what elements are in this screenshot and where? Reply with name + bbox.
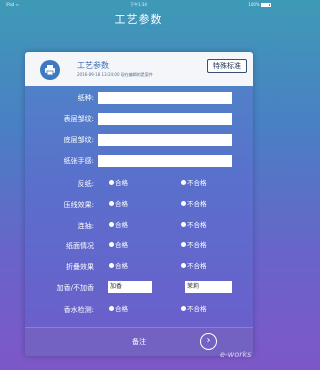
continuous-draw-fail-radio[interactable]: 不合格 bbox=[181, 221, 207, 229]
status-bar: iPad ≈ 下午1:34 100% bbox=[0, 0, 277, 9]
radio-dot-icon bbox=[109, 201, 114, 206]
radio-dot-icon bbox=[181, 180, 186, 185]
scent-test-label: 香水检测: bbox=[63, 306, 94, 314]
radio-dot-icon bbox=[109, 242, 114, 247]
crease-effect-label: 压线效果: bbox=[63, 201, 94, 209]
radio-pass-label: 合格 bbox=[115, 179, 128, 187]
radio-dot-icon bbox=[109, 306, 114, 311]
radio-pass-label: 合格 bbox=[115, 221, 128, 229]
nav-title: 工艺参数 bbox=[114, 13, 163, 26]
continuous-draw-label: 连抽: bbox=[77, 222, 94, 230]
panel-header: 工艺参数 2016-09-18 13:24:00 现在编辑的是案件 特殊标准 bbox=[25, 52, 253, 86]
panel-timestamp: 2016-09-18 13:24:00 现在编辑的是案件 bbox=[77, 72, 153, 77]
scent-test-fail-radio[interactable]: 不合格 bbox=[181, 305, 207, 313]
radio-fail-label: 不合格 bbox=[187, 200, 207, 208]
radio-fail-label: 不合格 bbox=[187, 179, 207, 187]
paper-feel-label: 纸张手感: bbox=[63, 157, 94, 165]
fragrance-input[interactable]: 加香 bbox=[108, 281, 152, 293]
status-time: 下午1:34 bbox=[130, 2, 147, 7]
radio-fail-label: 不合格 bbox=[187, 241, 207, 249]
printer-icon bbox=[40, 60, 60, 80]
battery-icon bbox=[261, 3, 271, 7]
reverse-paper-label: 反纸: bbox=[77, 180, 94, 188]
radio-dot-icon bbox=[109, 263, 114, 268]
fragrance-type-input[interactable]: 茉莉 bbox=[185, 281, 232, 293]
radio-dot-icon bbox=[109, 222, 114, 227]
paper-type-label: 纸种: bbox=[77, 94, 94, 102]
radio-pass-label: 合格 bbox=[115, 241, 128, 249]
chevron-right-icon[interactable]: › bbox=[200, 333, 217, 350]
radio-pass-label: 合格 bbox=[115, 262, 128, 270]
bottom-crepe-label: 底层邹纹: bbox=[63, 136, 94, 144]
battery-percent: 100% bbox=[248, 2, 260, 7]
radio-pass-label: 合格 bbox=[115, 305, 128, 313]
fragrance-label: 加香/不加香 bbox=[56, 284, 94, 292]
battery-indicator: 100% bbox=[248, 0, 271, 9]
radio-pass-label: 合格 bbox=[115, 200, 128, 208]
surface-condition-fail-radio[interactable]: 不合格 bbox=[181, 241, 207, 249]
scent-test-pass-radio[interactable]: 合格 bbox=[109, 305, 128, 313]
reverse-paper-pass-radio[interactable]: 合格 bbox=[109, 179, 128, 187]
crease-effect-pass-radio[interactable]: 合格 bbox=[109, 200, 128, 208]
paper-type-input[interactable] bbox=[98, 92, 232, 104]
radio-fail-label: 不合格 bbox=[187, 221, 207, 229]
remarks-label: 备注 bbox=[132, 338, 146, 346]
fold-effect-pass-radio[interactable]: 合格 bbox=[109, 262, 128, 270]
panel-title: 工艺参数 bbox=[77, 61, 109, 70]
continuous-draw-pass-radio[interactable]: 合格 bbox=[109, 221, 128, 229]
reverse-paper-fail-radio[interactable]: 不合格 bbox=[181, 179, 207, 187]
surface-condition-pass-radio[interactable]: 合格 bbox=[109, 241, 128, 249]
radio-fail-label: 不合格 bbox=[187, 262, 207, 270]
radio-dot-icon bbox=[109, 180, 114, 185]
radio-fail-label: 不合格 bbox=[187, 305, 207, 313]
fold-effect-fail-radio[interactable]: 不合格 bbox=[181, 262, 207, 270]
watermark-logo: e-works bbox=[220, 350, 252, 359]
paper-feel-input[interactable] bbox=[98, 155, 232, 167]
top-crepe-input[interactable] bbox=[98, 113, 232, 125]
process-params-panel: 工艺参数 2016-09-18 13:24:00 现在编辑的是案件 特殊标准 纸… bbox=[25, 52, 253, 356]
radio-dot-icon bbox=[181, 242, 186, 247]
top-crepe-label: 表层邹纹: bbox=[63, 115, 94, 123]
surface-condition-label: 纸面情况 bbox=[66, 242, 94, 250]
bottom-crepe-input[interactable] bbox=[98, 134, 232, 146]
crease-effect-fail-radio[interactable]: 不合格 bbox=[181, 200, 207, 208]
fold-effect-label: 折叠效果 bbox=[66, 263, 94, 271]
special-standard-button[interactable]: 特殊标准 bbox=[207, 59, 247, 73]
radio-dot-icon bbox=[181, 263, 186, 268]
radio-dot-icon bbox=[181, 222, 186, 227]
radio-dot-icon bbox=[181, 201, 186, 206]
remarks-bar[interactable]: 备注 › bbox=[25, 327, 253, 356]
radio-dot-icon bbox=[181, 306, 186, 311]
